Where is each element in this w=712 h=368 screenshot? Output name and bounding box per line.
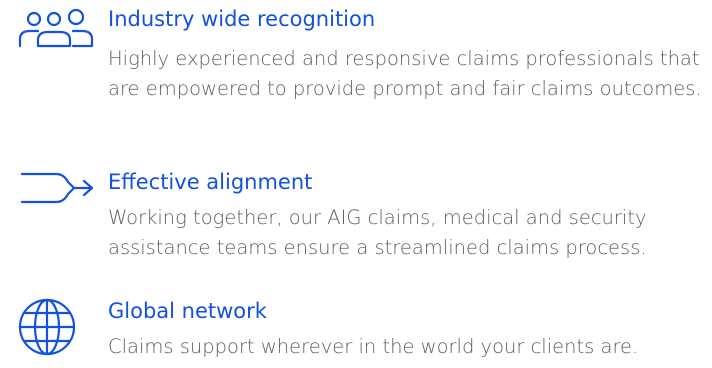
feature-description: Claims support wherever in the world you… [108,335,639,358]
feature-title: Industry wide recognition [108,7,376,31]
arrow-right-icon [16,168,96,208]
feature-description: Working together, our AIG claims, medica… [108,206,647,259]
feature-industry-recognition: Industry wide recognition Highly experie… [0,0,712,140]
people-icon [16,8,96,52]
feature-effective-alignment: Effective alignment Working together, ou… [0,160,712,270]
feature-title: Global network [108,299,267,323]
feature-global-network: Global network Claims support wherever i… [0,290,712,368]
feature-description: Highly experienced and responsive claims… [108,47,702,100]
globe-icon [16,296,78,358]
feature-title: Effective alignment [108,170,313,194]
